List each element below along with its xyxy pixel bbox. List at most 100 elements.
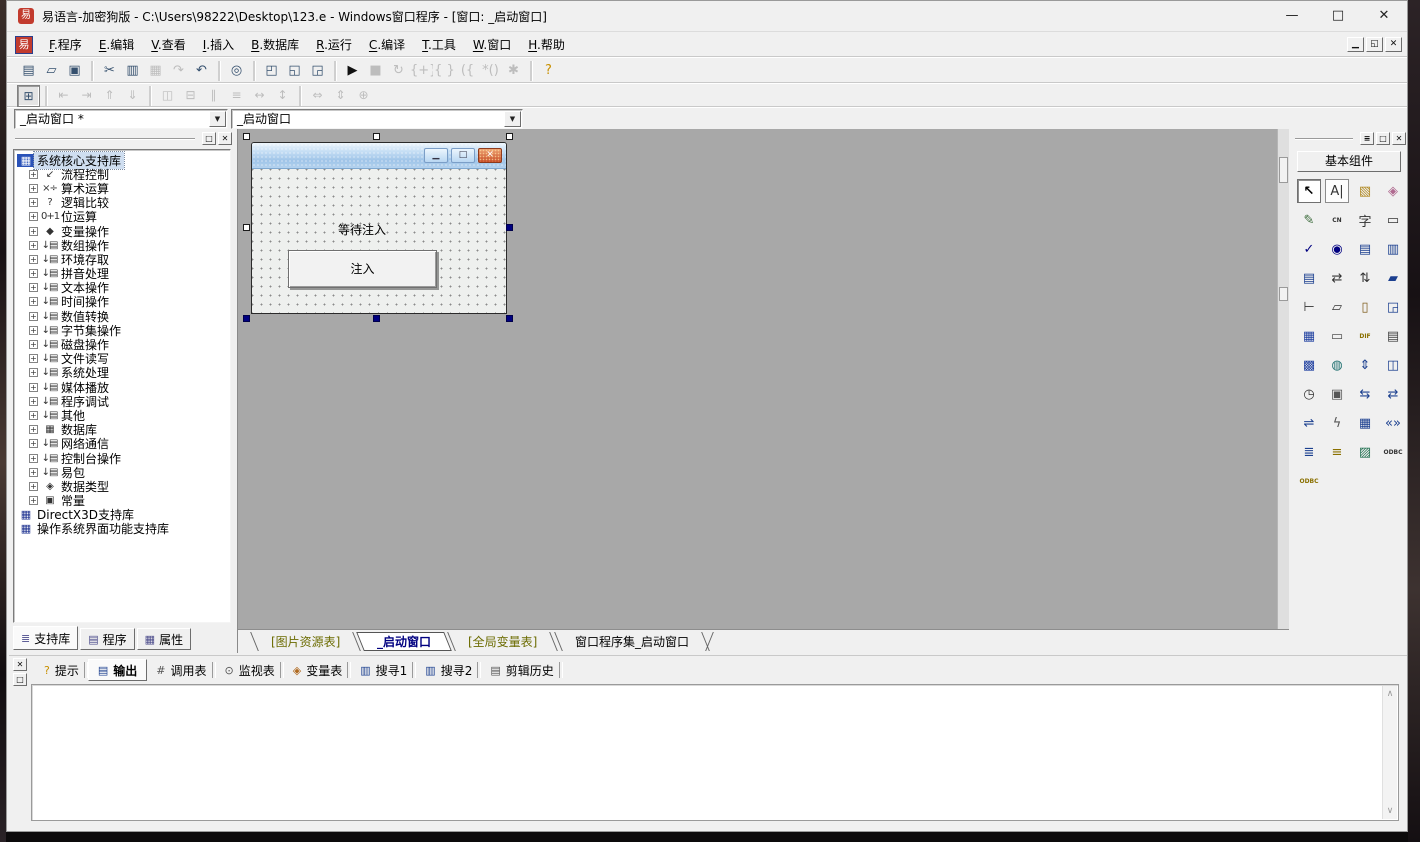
form-designer-button[interactable]: ⊞: [17, 85, 40, 107]
tree-item[interactable]: +↓▤时间操作: [15, 295, 229, 309]
tree-item[interactable]: +↓▤环境存取: [15, 252, 229, 266]
float-button[interactable]: □: [202, 132, 216, 145]
mdi-minimize-button[interactable]: ▁: [1347, 37, 1364, 52]
tree-expander-icon[interactable]: +: [29, 198, 38, 207]
odbc-source[interactable]: ODBC: [1381, 440, 1405, 464]
radio-button[interactable]: ◉: [1325, 237, 1349, 261]
selection-handle-top-left[interactable]: [243, 133, 250, 140]
view-grid-pane-button[interactable]: ◲: [306, 60, 329, 82]
tree-expander-icon[interactable]: +: [29, 397, 38, 406]
tree-item[interactable]: +↓▤磁盘操作: [15, 337, 229, 351]
tab-output[interactable]: ▤输出: [88, 659, 147, 681]
tab-call-table[interactable]: #调用表: [147, 659, 215, 681]
progress-bar[interactable]: ▰: [1381, 266, 1405, 290]
month-calendar[interactable]: ▩: [1297, 353, 1321, 377]
document[interactable]: ▤: [1381, 324, 1405, 348]
tab-variable-table[interactable]: ◈变量表: [284, 659, 351, 681]
tree-expander-icon[interactable]: +: [29, 227, 38, 236]
selection-handle-top-right[interactable]: [506, 133, 513, 140]
list-view[interactable]: ▤: [1353, 237, 1377, 261]
tree-item[interactable]: +↓▤系统处理: [15, 366, 229, 380]
tree-item[interactable]: +0+1位运算: [15, 210, 229, 224]
menu-item-W[interactable]: W.窗口: [466, 33, 518, 56]
tree-expander-icon[interactable]: +: [29, 269, 38, 278]
tree-item[interactable]: +↓▤程序调试: [15, 394, 229, 408]
menu-item-E[interactable]: E.编辑: [92, 33, 141, 56]
db-navigator[interactable]: «»: [1381, 411, 1405, 435]
tree-expander-icon[interactable]: +: [29, 184, 38, 193]
save-button[interactable]: ▣: [63, 60, 86, 82]
menu-item-H[interactable]: H.帮助: [521, 33, 572, 56]
tree-expander-icon[interactable]: +: [29, 496, 38, 505]
copy-button[interactable]: ▥: [121, 60, 144, 82]
close-button[interactable]: ✕: [1392, 132, 1406, 145]
slider[interactable]: ⊢: [1297, 295, 1321, 319]
new-button[interactable]: ▤: [17, 60, 40, 82]
tree-expander-icon[interactable]: +: [29, 297, 38, 306]
internet-component[interactable]: ◍: [1325, 353, 1349, 377]
menu-item-R[interactable]: R.运行: [309, 33, 359, 56]
selection-handle-middle-left[interactable]: [243, 224, 250, 231]
run-button[interactable]: ▶: [341, 60, 364, 82]
pointer-tool[interactable]: ↖: [1297, 179, 1321, 203]
scrollbar-thumb[interactable]: [1279, 157, 1288, 183]
db-report[interactable]: ≡: [1325, 440, 1349, 464]
chevron-down-icon[interactable]: ▼: [504, 111, 521, 127]
drag-grip[interactable]: [15, 138, 195, 140]
selection-handle-bottom-center[interactable]: [373, 315, 380, 322]
scroll-down-icon[interactable]: ∨: [1383, 803, 1397, 819]
view-top-pane-button[interactable]: ◱: [283, 60, 306, 82]
menu-item-B[interactable]: B.数据库: [244, 33, 306, 56]
panel[interactable]: ▭: [1381, 208, 1405, 232]
tab-search1[interactable]: ▥搜寻1: [351, 659, 416, 681]
tab-watch-table[interactable]: ⊙监视表: [216, 659, 284, 681]
tree-item[interactable]: +↓▤易包: [15, 465, 229, 479]
output-text-area[interactable]: ∧ ∨: [31, 684, 1399, 821]
float-button[interactable]: □: [1376, 132, 1390, 145]
form-close-button[interactable]: ✕: [478, 148, 502, 163]
tree-expander-icon[interactable]: +: [29, 241, 38, 250]
form-maximize-button[interactable]: □: [451, 148, 475, 163]
tab-search2[interactable]: ▥搜寻2: [416, 659, 481, 681]
tree-item[interactable]: +↓▤文件读写: [15, 352, 229, 366]
view-left-pane-button[interactable]: ◰: [260, 60, 283, 82]
picture-box[interactable]: ▧: [1353, 179, 1377, 203]
tab-program[interactable]: ▤程序: [80, 628, 134, 650]
odbc-db[interactable]: ODBC: [1297, 469, 1321, 493]
menu-button[interactable]: ≡: [1360, 132, 1374, 145]
tree-expander-icon[interactable]: +: [29, 411, 38, 420]
tree-item[interactable]: +↓▤其他: [15, 408, 229, 422]
designed-form-client-area[interactable]: 等待注入 注入: [252, 169, 506, 313]
tree-expander-icon[interactable]: +: [29, 170, 38, 179]
workspace-vertical-scrollbar[interactable]: [1277, 129, 1289, 629]
edit-line[interactable]: ▭: [1325, 324, 1349, 348]
undo-button[interactable]: ↶: [190, 60, 213, 82]
vscroll-bar[interactable]: ⇅: [1353, 266, 1377, 290]
tree-item[interactable]: +↓▤文本操作: [15, 281, 229, 295]
combo-box[interactable]: ▤: [1297, 266, 1321, 290]
close-button[interactable]: ✕: [218, 132, 232, 145]
tree-expander-icon[interactable]: +: [29, 312, 38, 321]
scroll-up-icon[interactable]: ∧: [1383, 686, 1397, 702]
dif-folder[interactable]: DIF: [1353, 324, 1377, 348]
tree-expander-icon[interactable]: +: [29, 368, 38, 377]
menu-item-C[interactable]: C.编译: [362, 33, 412, 56]
mini-form[interactable]: ◫: [1381, 353, 1405, 377]
tree-item[interactable]: +◈数据类型: [15, 479, 229, 493]
open-button[interactable]: ▱: [40, 60, 63, 82]
menu-item-T[interactable]: T.工具: [415, 33, 463, 56]
image-group[interactable]: ◈: [1381, 179, 1405, 203]
close-button[interactable]: ✕: [13, 658, 27, 671]
data-grid[interactable]: ▦: [1353, 411, 1377, 435]
tree-item[interactable]: +↓▤媒体播放: [15, 380, 229, 394]
find-button[interactable]: ◎: [225, 60, 248, 82]
component-selector[interactable]: _启动窗口 * ▼: [14, 109, 228, 129]
form-button-control[interactable]: 注入: [288, 250, 437, 288]
tree-expander-icon[interactable]: +: [29, 482, 38, 491]
tree-expander-icon[interactable]: +: [29, 283, 38, 292]
menu-item-F[interactable]: F.程序: [42, 33, 89, 56]
tab-hints[interactable]: ?提示: [35, 659, 88, 681]
timer[interactable]: ◷: [1297, 382, 1321, 406]
animation-box[interactable]: ▯: [1353, 295, 1377, 319]
tree-expander-icon[interactable]: +: [29, 454, 38, 463]
